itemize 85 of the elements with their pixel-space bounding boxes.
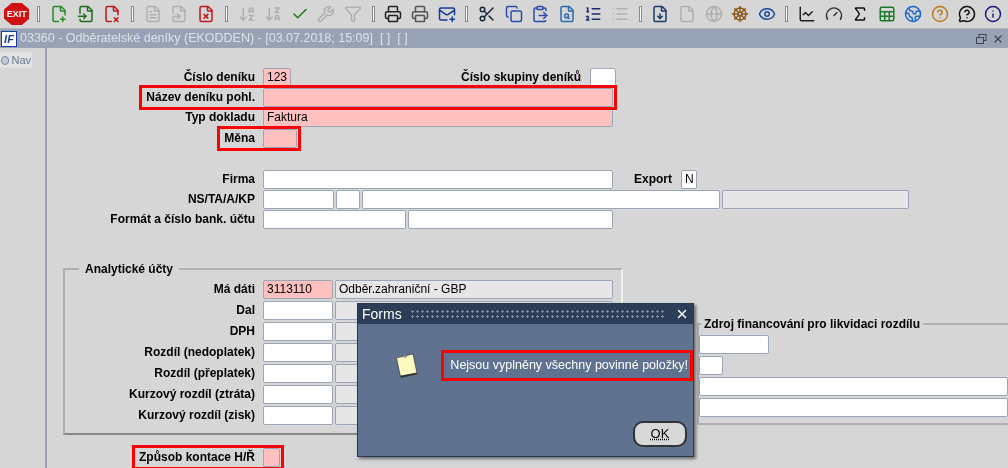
restore-icon <box>976 33 987 44</box>
search-icon <box>557 5 576 23</box>
sort-ascending-icon <box>237 5 256 23</box>
input-field[interactable] <box>408 210 613 230</box>
chart-icon <box>798 5 817 23</box>
separator <box>638 6 642 22</box>
field-label: Typ dokladu <box>185 109 255 127</box>
input-field[interactable] <box>263 189 334 209</box>
gauge-icon <box>824 5 843 23</box>
input-field[interactable] <box>263 448 280 467</box>
close-icon <box>675 307 689 321</box>
group-title: Analytické účty <box>84 261 175 278</box>
input-field[interactable] <box>699 335 769 354</box>
document-icon <box>651 5 670 23</box>
input-field[interactable] <box>699 356 723 375</box>
input-field[interactable] <box>263 88 613 108</box>
input-field[interactable] <box>263 385 333 404</box>
input-field[interactable] <box>362 189 720 209</box>
wheel-icon <box>731 5 750 23</box>
input-field[interactable] <box>699 377 1008 396</box>
field-label: Kurzový rozdíl (ztráta) <box>129 386 255 403</box>
window-title: 03360 - Odběratelské deníky (EKODDEN) - [03.07.2018; 15:09] [ ] [ ] <box>20 30 408 48</box>
field-label: Měna <box>224 129 255 147</box>
input-field[interactable] <box>263 322 333 341</box>
list-icon <box>584 5 603 23</box>
field-label: DPH <box>229 323 255 340</box>
printer-icon <box>384 5 403 23</box>
input-field[interactable]: 3113110 <box>263 280 333 299</box>
info-icon <box>984 5 1003 23</box>
field-label: Číslo skupiny deníků <box>461 68 582 87</box>
globe-icon <box>704 5 723 23</box>
list-icon <box>610 5 629 23</box>
copy-icon <box>504 5 523 23</box>
input-field[interactable]: Odběr.zahraniční - GBP <box>335 280 613 299</box>
field-label: Export <box>634 171 672 189</box>
input-field[interactable] <box>263 169 613 189</box>
separator <box>37 6 41 22</box>
insert-record-icon <box>50 5 69 23</box>
spreadsheet-icon <box>877 5 896 23</box>
field-label: Formát a číslo bank. účtu <box>110 211 255 229</box>
filter-icon <box>343 5 362 23</box>
separator <box>465 6 469 22</box>
input-field[interactable] <box>336 189 360 209</box>
import-icon <box>76 5 95 23</box>
field-label: Rozdíl (přeplatek) <box>154 365 255 382</box>
paste-icon <box>531 5 550 23</box>
input-field[interactable] <box>263 364 333 383</box>
toolbar-button[interactable] <box>982 3 1004 25</box>
cancel-icon <box>197 5 216 23</box>
input-field[interactable] <box>263 210 406 230</box>
separator <box>131 6 135 22</box>
nav-tab[interactable]: Nav <box>0 52 32 68</box>
field-label: Firma <box>222 170 255 188</box>
input-field[interactable] <box>263 301 333 320</box>
input-field[interactable] <box>263 406 333 425</box>
delete-record-icon <box>103 5 122 23</box>
eye-icon <box>757 5 776 23</box>
radio-icon <box>1 55 10 65</box>
wrench-icon <box>317 5 336 23</box>
field-label: Rozdíl (nedoplatek) <box>144 344 255 361</box>
dialog-title: Forms <box>362 305 402 323</box>
separator <box>785 6 789 22</box>
field-label: Má dáti <box>213 281 255 298</box>
scissors-icon <box>478 5 497 23</box>
dialog-message: Nejsou vyplněny všechny povinné položky! <box>441 349 693 381</box>
separator <box>371 6 375 22</box>
exit-button[interactable]: EXIT <box>4 3 30 25</box>
input-field[interactable]: N <box>681 169 697 189</box>
new-mail-icon <box>437 5 456 23</box>
document-icon <box>678 5 696 23</box>
field-label: Dal <box>236 302 255 319</box>
field-label: NS/TA/A/KP <box>187 190 255 208</box>
input-field[interactable] <box>699 398 1008 417</box>
field-label: Název deníku pohl. <box>146 89 255 107</box>
input-field[interactable] <box>722 189 909 209</box>
app-logo: IF <box>1 30 17 47</box>
help-icon <box>931 5 950 23</box>
input-field[interactable] <box>263 343 333 362</box>
field-label: Kurzový rozdíl (zisk) <box>138 407 255 424</box>
group-title: Zdroj financování pro likvidaci rozdílu <box>703 316 922 333</box>
sort-descending-icon <box>264 5 283 23</box>
ok-button[interactable]: OK <box>633 421 687 447</box>
separator <box>224 6 228 22</box>
field-label: Číslo deníku <box>183 68 255 86</box>
print-preview-icon <box>410 5 429 23</box>
